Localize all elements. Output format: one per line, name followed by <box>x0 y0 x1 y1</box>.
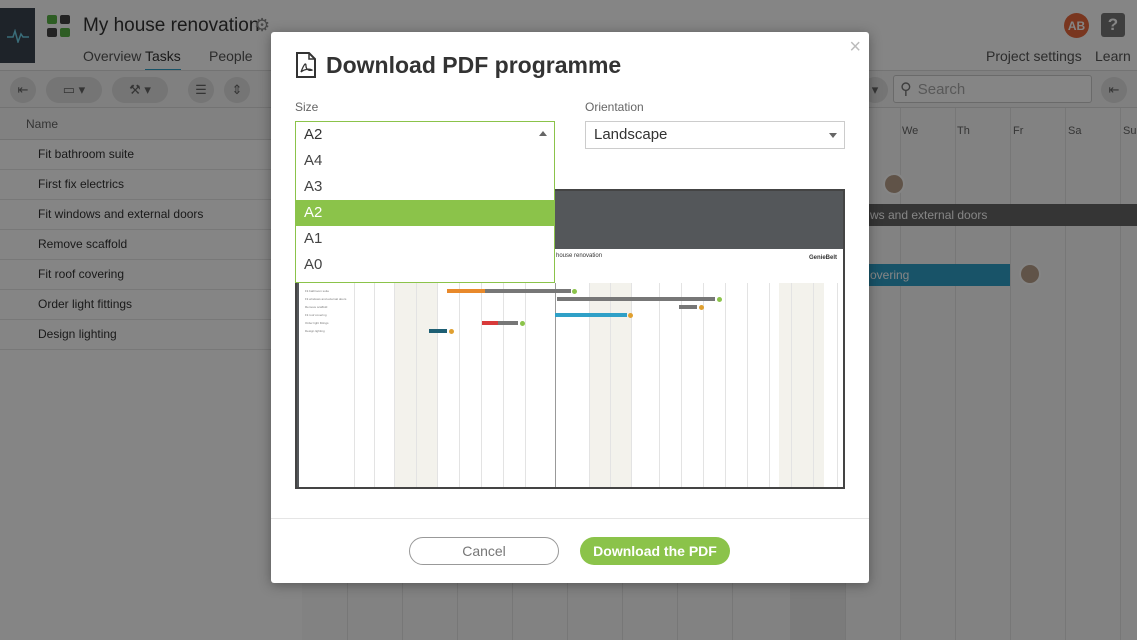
dialog-title: Download PDF programme <box>326 52 622 78</box>
preview-sheet-title: house renovation <box>556 253 603 259</box>
download-pdf-dialog: × Download PDF programme Size A2 A4 A3 A… <box>271 32 869 583</box>
size-label: Size <box>295 100 319 114</box>
orientation-label: Orientation <box>585 100 644 114</box>
orientation-select[interactable]: Landscape <box>585 121 845 149</box>
size-option-a2[interactable]: A2 <box>296 200 554 226</box>
preview-brand: GenieBelt <box>808 255 837 261</box>
chevron-up-icon <box>539 131 547 136</box>
size-option-a1[interactable]: A1 <box>296 226 554 252</box>
preview-sheet: house renovation GenieBelt Fit bathroom … <box>299 249 843 487</box>
cancel-button[interactable]: Cancel <box>409 537 559 565</box>
download-pdf-button[interactable]: Download the PDF <box>580 537 730 565</box>
footer-divider <box>271 518 869 519</box>
orientation-value: Landscape <box>594 126 668 143</box>
close-icon[interactable]: × <box>849 36 861 59</box>
size-select[interactable]: A2 <box>295 121 555 149</box>
size-dropdown-list: A4 A3 A2 A1 A0 <box>295 148 555 283</box>
size-option-a3[interactable]: A3 <box>296 174 554 200</box>
size-option-a4[interactable]: A4 <box>296 148 554 174</box>
size-value: A2 <box>304 126 323 143</box>
pdf-file-icon <box>296 52 316 78</box>
size-option-a0[interactable]: A0 <box>296 252 554 278</box>
chevron-down-icon <box>829 133 837 138</box>
